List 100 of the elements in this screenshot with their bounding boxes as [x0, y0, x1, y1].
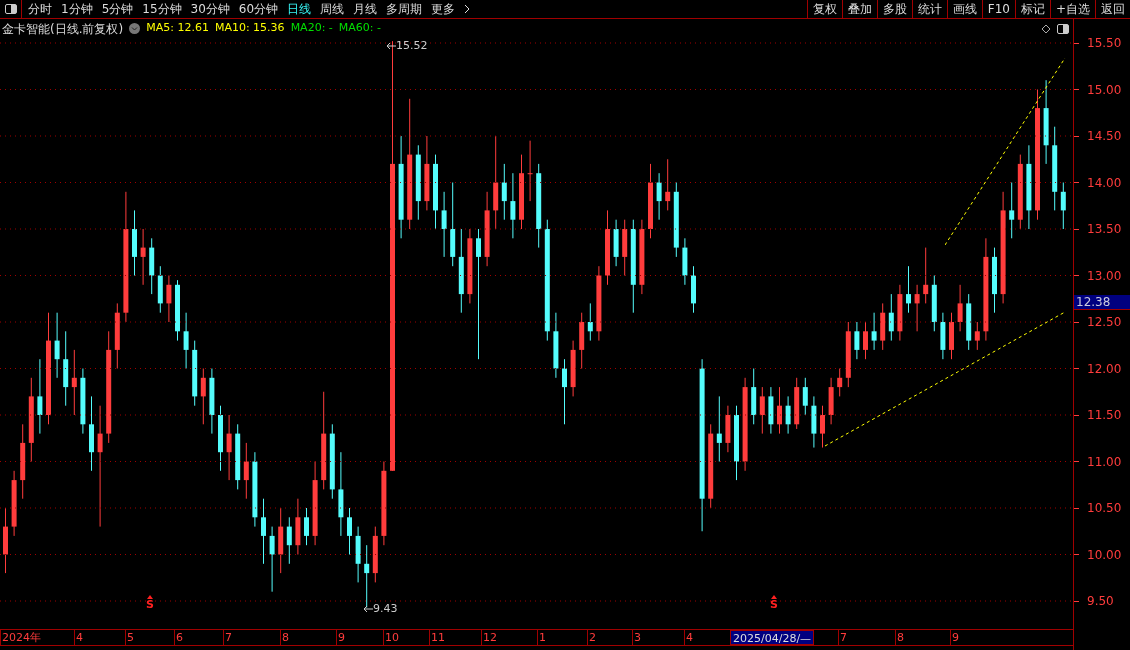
toolbar-button[interactable]: 叠加: [841, 0, 877, 18]
candlestick: [888, 293, 894, 342]
caret-up-icon: [770, 595, 777, 599]
toolbar-button[interactable]: 复权: [806, 0, 842, 18]
candlestick: [820, 405, 825, 449]
month-label: 11: [429, 630, 445, 645]
moving-average-label: MA5: 12.61: [146, 20, 209, 37]
period-tab[interactable]: 30分钟: [190, 3, 230, 15]
moving-average-label: MA60: -: [338, 20, 381, 37]
candlestick: [863, 321, 868, 360]
candlestick: [622, 219, 628, 276]
candlestick: [501, 163, 507, 221]
candlestick: [218, 405, 223, 472]
candlestick: [880, 302, 886, 351]
period-tab[interactable]: 更多: [431, 3, 456, 15]
candlestick: [682, 237, 688, 286]
candlestick: [183, 312, 189, 369]
candlestick: [261, 498, 266, 565]
candlestick: [441, 191, 447, 258]
period-tab[interactable]: 5分钟: [101, 3, 134, 15]
toolbar-button[interactable]: 标记: [1014, 0, 1050, 18]
candlestick: [725, 405, 731, 453]
price-axis-label: 13.00: [1087, 267, 1122, 284]
candlestick: [570, 340, 576, 397]
price-axis-label: 9.50: [1087, 593, 1114, 609]
candlestick: [751, 368, 757, 425]
candlestick: [347, 507, 352, 555]
month-label: 7: [223, 630, 232, 645]
candlestick: [54, 312, 60, 379]
period-tab[interactable]: 月线: [353, 3, 378, 15]
period-tab[interactable]: 周线: [320, 3, 345, 15]
candlestick: [665, 158, 671, 211]
candlestick: [759, 386, 765, 435]
month-label: 10: [383, 630, 399, 645]
diamond-icon[interactable]: [1041, 23, 1051, 34]
candlestick: [355, 526, 361, 583]
stock-title: 金卡智能(日线.前复权): [2, 20, 124, 38]
panel-toggle-icon[interactable]: [1057, 23, 1069, 34]
toolbar-button[interactable]: 画线: [946, 0, 982, 18]
toolbar-button[interactable]: 统计: [911, 0, 947, 18]
moving-average-label: MA20: -: [290, 20, 333, 37]
toolbar-button[interactable]: F10: [981, 0, 1015, 18]
candlestick: [200, 368, 206, 425]
candlestick: [114, 302, 120, 369]
candlestick: [854, 321, 860, 360]
month-label: 9: [950, 630, 959, 645]
price-axis-label: 11.50: [1087, 407, 1122, 423]
candlestick: [957, 284, 963, 332]
candlestick: [992, 247, 997, 314]
price-axis-label: 14.50: [1087, 128, 1122, 144]
candlestick: [811, 395, 817, 449]
candlestick: [768, 386, 774, 435]
candlestick: [510, 172, 516, 239]
candlestick: [587, 302, 593, 342]
caret-up-icon: [146, 595, 153, 599]
month-label: 1: [537, 630, 546, 645]
signal-marker: S: [146, 599, 154, 610]
candlestick: [785, 395, 791, 435]
price-axis-label: 12.50: [1087, 314, 1122, 330]
candlestick: [940, 312, 946, 360]
candlestick: [192, 340, 198, 407]
candlestick: [897, 284, 903, 342]
month-label: 3: [632, 630, 641, 645]
price-axis-label: 15.50: [1087, 35, 1122, 51]
candlestick: [871, 312, 877, 351]
candlestick: [269, 526, 275, 593]
candlestick: [132, 209, 137, 276]
candlestick: [1009, 182, 1015, 239]
arrow-left-icon: [386, 42, 396, 51]
period-tab[interactable]: 多周期: [386, 3, 423, 15]
candlestick: [295, 498, 301, 555]
toolbar-button[interactable]: +自选: [1049, 0, 1095, 18]
price-axis-label: 12.00: [1087, 360, 1122, 377]
candlestick: [966, 293, 972, 351]
candlestick: [914, 284, 920, 332]
candlestick: [80, 368, 86, 435]
month-label: 4: [74, 630, 83, 645]
candlestick: [949, 312, 954, 360]
candlestick: [906, 265, 911, 314]
toolbar-button[interactable]: 返回: [1095, 0, 1130, 18]
period-tab[interactable]: 分时: [28, 3, 52, 15]
candlestick: [278, 507, 284, 574]
period-tab[interactable]: 1分钟: [61, 3, 93, 15]
period-tab[interactable]: 日线: [287, 3, 312, 15]
period-tab[interactable]: 15分钟: [142, 3, 182, 15]
candlestick: [837, 368, 843, 397]
low-price-label: 9.43: [373, 601, 398, 617]
month-label: 9: [336, 630, 345, 645]
candlestick: [226, 414, 232, 481]
candlestick: [1060, 182, 1066, 230]
cursor-date-label: 2025/04/28/—: [730, 630, 815, 645]
dropdown-icon[interactable]: [129, 23, 141, 34]
period-tab[interactable]: 60分钟: [238, 3, 279, 15]
candlestick: [209, 368, 215, 435]
month-label: 6: [174, 630, 183, 645]
candlestick: [140, 228, 146, 286]
price-axis-label: 10.50: [1087, 500, 1122, 516]
chevron-right-icon[interactable]: [464, 4, 471, 14]
toolbar-button[interactable]: 多股: [876, 0, 912, 18]
candlestick: [235, 423, 241, 490]
